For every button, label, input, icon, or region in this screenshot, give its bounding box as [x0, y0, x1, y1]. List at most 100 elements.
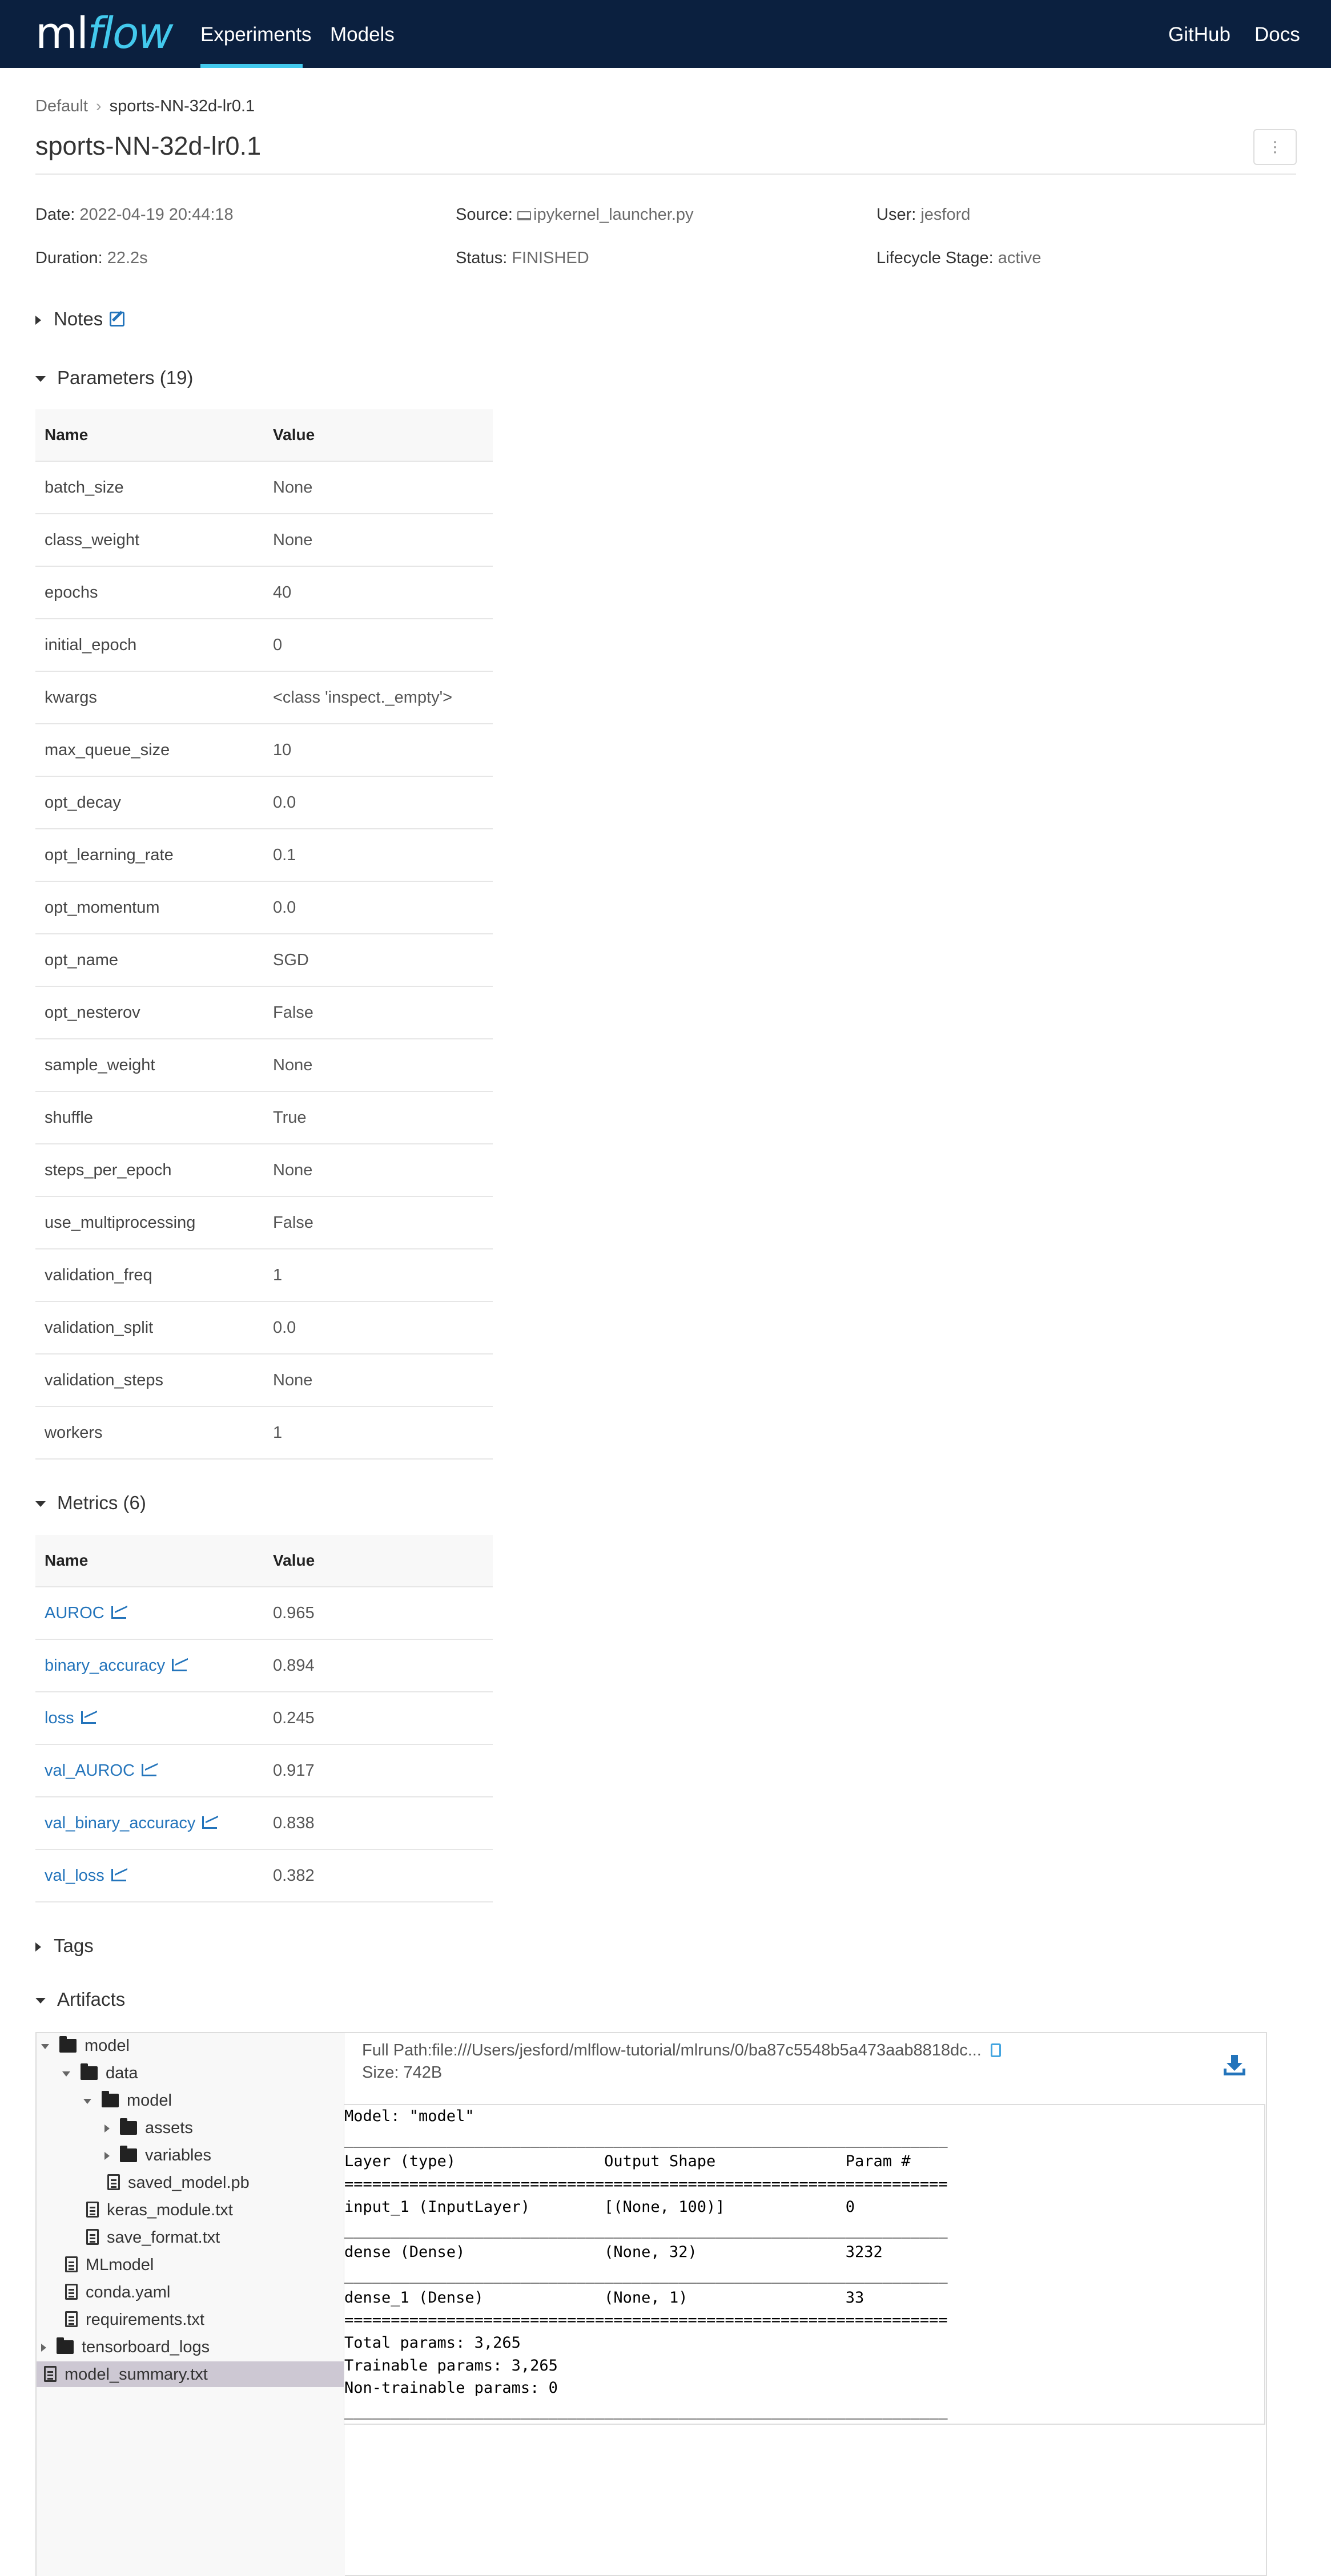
- tree-item-model[interactable]: model: [41, 2033, 130, 2059]
- meta-lifecycle-label: Lifecycle Stage:: [876, 249, 994, 267]
- param-row-initial-epoch: initial_epoch 0: [35, 619, 493, 672]
- metric-value: 0.917: [273, 1761, 315, 1780]
- param-name: validation_freq: [45, 1266, 152, 1284]
- nav-experiments[interactable]: Experiments: [200, 23, 312, 46]
- param-name: batch_size: [45, 478, 124, 497]
- size-label: Size:: [362, 2063, 399, 2082]
- file-icon: [65, 2311, 78, 2327]
- metric-value: 0.838: [273, 1814, 315, 1832]
- tree-item-assets[interactable]: assets: [104, 2115, 193, 2141]
- param-name: max_queue_size: [45, 741, 170, 759]
- caret-right-icon[interactable]: [104, 2152, 110, 2160]
- file-icon: [65, 2284, 78, 2300]
- file-icon: [107, 2174, 120, 2190]
- tree-item-conda-yaml[interactable]: conda.yaml: [62, 2279, 170, 2305]
- param-value: 40: [273, 583, 292, 602]
- param-name: opt_decay: [45, 793, 121, 812]
- notes-section-toggle[interactable]: Notes: [35, 308, 125, 330]
- tree-item-requirements-txt[interactable]: requirements.txt: [62, 2307, 204, 2333]
- folder-icon: [57, 2337, 74, 2354]
- param-name: workers: [45, 1424, 103, 1442]
- param-row-sample-weight: sample_weight None: [35, 1039, 493, 1092]
- param-name: opt_learning_rate: [45, 846, 174, 864]
- line-chart-icon: [111, 1869, 126, 1881]
- laptop-icon: [517, 211, 532, 220]
- meta-date: Date: 2022-04-19 20:44:18: [35, 205, 234, 224]
- caret-down-icon[interactable]: [62, 2071, 70, 2077]
- metric-link-val-loss[interactable]: val_loss: [45, 1850, 126, 1901]
- meta-source-value[interactable]: ipykernel_launcher.py: [533, 205, 694, 224]
- meta-date-value: 2022-04-19 20:44:18: [79, 205, 234, 224]
- column-header-name[interactable]: Name: [45, 409, 88, 461]
- tree-item-data[interactable]: data: [62, 2060, 138, 2086]
- metric-name: val_binary_accuracy: [45, 1814, 196, 1832]
- folder-icon: [81, 2063, 98, 2080]
- meta-date-label: Date:: [35, 205, 75, 224]
- edit-icon[interactable]: [110, 312, 125, 326]
- tree-item-mlmodel[interactable]: MLmodel: [62, 2252, 154, 2278]
- caret-down-icon[interactable]: [41, 2043, 49, 2049]
- tree-item-model-summary-txt[interactable]: model_summary.txt: [41, 2361, 208, 2388]
- tree-item-label: conda.yaml: [86, 2283, 171, 2301]
- run-actions-menu-button[interactable]: ⋮: [1253, 129, 1297, 165]
- download-icon[interactable]: [1222, 2053, 1247, 2078]
- tags-label: Tags: [54, 1935, 94, 1956]
- breadcrumb-default-link[interactable]: Default: [35, 97, 88, 115]
- metrics-label: Metrics (6): [57, 1492, 146, 1513]
- tree-item-label: assets: [145, 2119, 193, 2137]
- nav-docs[interactable]: Docs: [1254, 23, 1300, 46]
- caret-right-icon[interactable]: [41, 2344, 46, 2352]
- parameters-label: Parameters (19): [57, 367, 194, 388]
- mlflow-logo[interactable]: mlflow: [35, 10, 174, 56]
- param-row-workers: workers 1: [35, 1407, 493, 1460]
- caret-down-icon[interactable]: [83, 2098, 91, 2104]
- metric-link-val-auroc[interactable]: val_AUROC: [45, 1745, 156, 1796]
- metric-value: 0.894: [273, 1656, 315, 1675]
- param-value: 1: [273, 1424, 283, 1442]
- param-value: True: [273, 1108, 307, 1127]
- nav-models[interactable]: Models: [330, 23, 395, 46]
- column-header-value[interactable]: Value: [273, 409, 315, 461]
- metric-link-binary-accuracy[interactable]: binary_accuracy: [45, 1640, 187, 1691]
- column-header-value[interactable]: Value: [273, 1535, 315, 1586]
- nav-active-indicator: [200, 64, 303, 68]
- metric-link-auroc[interactable]: AUROC: [45, 1587, 126, 1639]
- line-chart-icon: [202, 1816, 218, 1829]
- tree-item-model[interactable]: model: [83, 2087, 172, 2114]
- tree-item-label: model: [127, 2091, 172, 2110]
- caret-right-icon: [35, 1942, 41, 1952]
- parameters-table: Name Value batch_size None class_weight Non…: [35, 409, 493, 1460]
- caret-right-icon[interactable]: [104, 2125, 110, 2133]
- param-row-class-weight: class_weight None: [35, 514, 493, 567]
- tree-item-keras-module-txt[interactable]: keras_module.txt: [83, 2197, 233, 2223]
- artifacts-section-toggle[interactable]: Artifacts: [35, 1989, 125, 2010]
- tree-item-save-format-txt[interactable]: save_format.txt: [83, 2224, 220, 2251]
- param-name: kwargs: [45, 688, 97, 707]
- param-value: False: [273, 1003, 313, 1022]
- caret-down-icon: [35, 1998, 46, 2004]
- tree-item-label: MLmodel: [86, 2256, 154, 2274]
- tree-item-saved-model-pb[interactable]: saved_model.pb: [104, 2170, 250, 2196]
- param-value: 10: [273, 741, 292, 759]
- breadcrumb-current: sports-NN-32d-lr0.1: [109, 97, 255, 115]
- copy-icon[interactable]: [990, 2043, 1001, 2057]
- param-row-opt-nesterov: opt_nesterov False: [35, 987, 493, 1039]
- tree-item-tensorboard-logs[interactable]: tensorboard_logs: [41, 2334, 210, 2360]
- tree-item-variables[interactable]: variables: [104, 2142, 211, 2168]
- param-value: 0: [273, 636, 283, 654]
- metric-name: val_loss: [45, 1867, 104, 1885]
- artifact-preview-text: Model: "model" _________________________…: [344, 2107, 948, 2420]
- tags-section-toggle[interactable]: Tags: [35, 1935, 94, 1957]
- caret-down-icon: [35, 1501, 46, 1507]
- caret-down-icon: [35, 376, 46, 382]
- parameters-section-toggle[interactable]: Parameters (19): [35, 367, 193, 389]
- param-value: None: [273, 531, 313, 549]
- metric-link-val-binary-accuracy[interactable]: val_binary_accuracy: [45, 1797, 218, 1849]
- nav-github[interactable]: GitHub: [1168, 23, 1231, 46]
- param-name: use_multiprocessing: [45, 1214, 196, 1232]
- metric-link-loss[interactable]: loss: [45, 1692, 96, 1744]
- table-header-row: Name Value: [35, 409, 493, 462]
- breadcrumb: Default › sports-NN-32d-lr0.1: [35, 97, 255, 116]
- metrics-section-toggle[interactable]: Metrics (6): [35, 1492, 146, 1514]
- column-header-name[interactable]: Name: [45, 1535, 88, 1586]
